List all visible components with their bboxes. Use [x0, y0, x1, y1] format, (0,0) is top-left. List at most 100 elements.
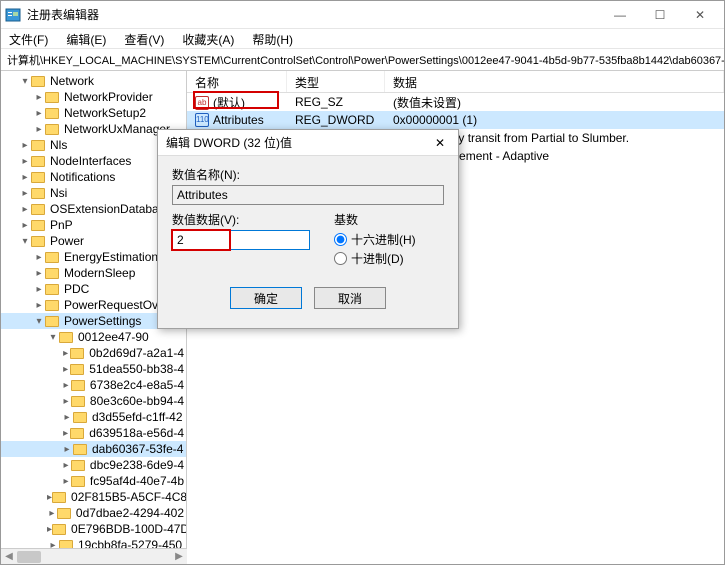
chevron-icon[interactable]: ▸ [33, 108, 45, 119]
tree-item-label: 0E796BDB-100D-47D [69, 522, 187, 536]
menu-help[interactable]: 帮助(H) [252, 31, 293, 46]
folder-icon [45, 268, 59, 279]
tree-item-label: 02F815B5-A5CF-4C8 [69, 490, 187, 504]
list-row[interactable]: 110AttributesREG_DWORD0x00000001 (1) [187, 111, 724, 129]
chevron-icon[interactable]: ▸ [33, 92, 45, 103]
tree-item-label: PowerRequestOv [62, 298, 160, 312]
value-data-input[interactable] [172, 230, 310, 250]
folder-icon [70, 348, 84, 359]
chevron-icon[interactable]: ▸ [19, 140, 31, 151]
chevron-icon[interactable]: ▸ [19, 172, 31, 183]
chevron-icon[interactable]: ▸ [61, 396, 71, 407]
chevron-icon[interactable]: ▸ [19, 220, 31, 231]
tree-item-label: 80e3c60e-bb94-4 [88, 394, 186, 408]
tree-item-label: EnergyEstimation [62, 250, 160, 264]
radio-hex[interactable]: 十六进制(H) [334, 231, 444, 248]
chevron-icon[interactable]: ▸ [61, 364, 70, 375]
folder-icon [45, 300, 59, 311]
chevron-icon[interactable]: ▸ [33, 300, 45, 311]
chevron-icon[interactable]: ▸ [19, 188, 31, 199]
tree-item[interactable]: ▸dbc9e238-6de9-4 [1, 457, 186, 473]
chevron-icon[interactable]: ▸ [33, 252, 45, 263]
tree-item[interactable]: ▸6738e2c4-e8a5-4 [1, 377, 186, 393]
list-row[interactable]: ab(默认)REG_SZ(数值未设置) [187, 93, 724, 111]
regedit-icon [5, 7, 21, 23]
minimize-button[interactable]: — [600, 3, 640, 27]
tree-item[interactable]: ▸ d3d55efd-c1ff-42 [1, 409, 186, 425]
scroll-thumb[interactable] [17, 551, 41, 563]
chevron-icon[interactable]: ▸ [61, 412, 73, 423]
tree-item[interactable]: ▸dab60367-53fe-4 [1, 441, 186, 457]
tree-item[interactable]: ▸ 80e3c60e-bb94-4 [1, 393, 186, 409]
folder-icon [45, 108, 59, 119]
chevron-icon[interactable]: ▾ [33, 316, 45, 327]
chevron-icon[interactable]: ▸ [33, 124, 45, 135]
tree-item-label: Nsi [48, 186, 69, 200]
menu-bar: 文件(F) 编辑(E) 查看(V) 收藏夹(A) 帮助(H) [1, 29, 724, 49]
tree-item-label: Power [48, 234, 86, 248]
chevron-icon[interactable]: ▸ [19, 204, 31, 215]
radio-dec[interactable]: 十进制(D) [334, 250, 444, 267]
tree-item[interactable]: ▸0E796BDB-100D-47D [1, 521, 186, 537]
maximize-button[interactable]: ☐ [640, 3, 680, 27]
tree-item-label: 0012ee47-90 [76, 330, 151, 344]
tree-item-label: PowerSettings [62, 314, 143, 328]
col-data[interactable]: 数据 [385, 71, 724, 92]
chevron-icon[interactable]: ▸ [61, 348, 70, 359]
address-bar[interactable]: 计算机\HKEY_LOCAL_MACHINE\SYSTEM\CurrentCon… [1, 49, 724, 71]
ok-button[interactable]: 确定 [230, 287, 302, 309]
chevron-icon[interactable]: ▸ [61, 460, 71, 471]
cell-type: REG_DWORD [287, 113, 385, 127]
chevron-icon[interactable]: ▸ [33, 268, 45, 279]
radio-dec-input[interactable] [334, 252, 347, 265]
chevron-icon[interactable]: ▾ [19, 236, 31, 247]
chevron-icon[interactable]: ▸ [61, 380, 71, 391]
chevron-icon[interactable]: ▸ [47, 508, 57, 519]
tree-item[interactable]: ▸0d7dbae2-4294-402 [1, 505, 186, 521]
folder-icon [59, 332, 73, 343]
tree-item-label: d3d55efd-c1ff-42 [90, 410, 185, 424]
cell-type: REG_SZ [287, 95, 385, 109]
chevron-icon[interactable]: ▸ [61, 476, 71, 487]
chevron-icon[interactable]: ▸ [61, 444, 73, 455]
col-name[interactable]: 名称 [187, 71, 287, 92]
chevron-icon[interactable]: ▸ [33, 284, 45, 295]
folder-icon [70, 364, 84, 375]
chevron-icon[interactable]: ▾ [19, 76, 31, 87]
menu-file[interactable]: 文件(F) [9, 31, 48, 46]
title-bar: 注册表编辑器 — ☐ ✕ [1, 1, 724, 29]
tree-item[interactable]: ▸02F815B5-A5CF-4C8 [1, 489, 186, 505]
tree-item[interactable]: ▸d639518a-e56d-4 [1, 425, 186, 441]
folder-icon [52, 524, 66, 535]
col-type[interactable]: 类型 [287, 71, 385, 92]
cancel-button[interactable]: 取消 [314, 287, 386, 309]
tree-item-label: Notifications [48, 170, 117, 184]
reg-value-icon: 110 [195, 113, 209, 127]
scroll-right-arrow[interactable]: ▶ [171, 549, 187, 564]
folder-icon [73, 412, 87, 423]
dialog-close-button[interactable]: ✕ [430, 136, 450, 150]
menu-edit[interactable]: 编辑(E) [66, 31, 106, 46]
tree-item-label: Network [48, 74, 96, 88]
tree-item[interactable]: ▸0b2d69d7-a2a1-4 [1, 345, 186, 361]
tree-item-label: Nls [48, 138, 69, 152]
tree-item[interactable]: ▾ 0012ee47-90 [1, 329, 186, 345]
tree-item[interactable]: ▾ Network [1, 73, 186, 89]
tree-item[interactable]: ▸NetworkSetup2 [1, 105, 186, 121]
close-button[interactable]: ✕ [680, 3, 720, 27]
menu-view[interactable]: 查看(V) [124, 31, 164, 46]
list-header[interactable]: 名称 类型 数据 [187, 71, 724, 93]
tree-item-label: ModernSleep [62, 266, 137, 280]
tree-item-label: NodeInterfaces [48, 154, 133, 168]
radio-hex-input[interactable] [334, 233, 347, 246]
chevron-icon[interactable]: ▸ [19, 156, 31, 167]
tree-item[interactable]: ▸NetworkProvider [1, 89, 186, 105]
tree-h-scrollbar[interactable]: ◀ ▶ [1, 548, 187, 564]
tree-item[interactable]: ▸fc95af4d-40e7-4b [1, 473, 186, 489]
tree-item[interactable]: ▸51dea550-bb38-4 [1, 361, 186, 377]
chevron-icon[interactable]: ▸ [61, 428, 70, 439]
cell-name: ab(默认) [187, 94, 287, 111]
chevron-icon[interactable]: ▾ [47, 332, 59, 343]
menu-favorites[interactable]: 收藏夹(A) [182, 31, 234, 46]
scroll-left-arrow[interactable]: ◀ [1, 549, 17, 564]
